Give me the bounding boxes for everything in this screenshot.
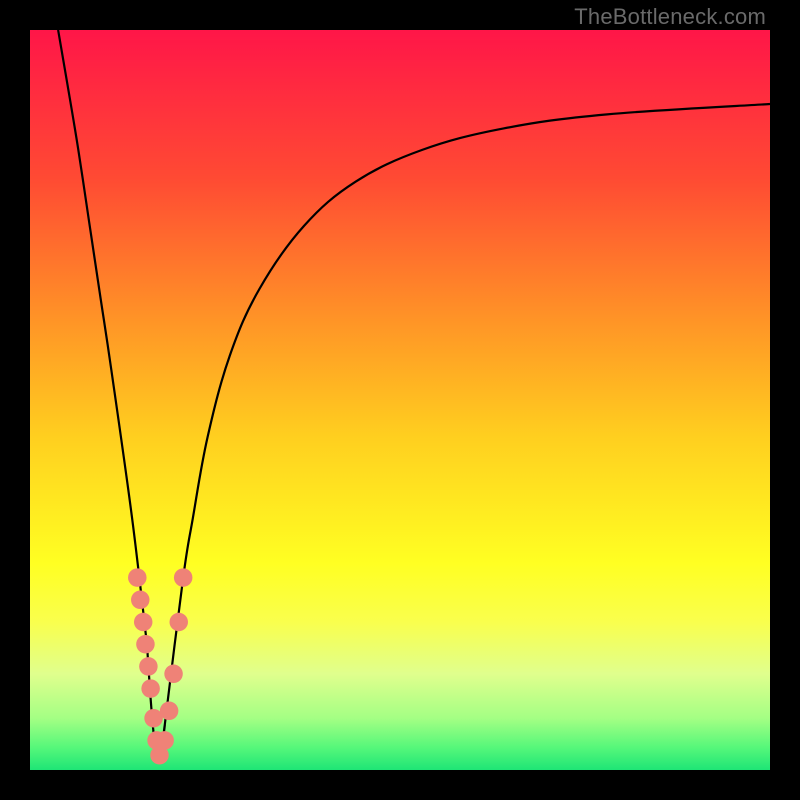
highlight-dot bbox=[164, 665, 183, 684]
gradient-background bbox=[30, 30, 770, 770]
highlight-dot bbox=[169, 613, 188, 632]
highlight-dot bbox=[136, 635, 155, 654]
highlight-dot bbox=[160, 702, 179, 721]
highlight-dot bbox=[128, 568, 147, 587]
plot-area bbox=[30, 30, 770, 770]
highlight-dot bbox=[174, 568, 193, 587]
chart-svg bbox=[30, 30, 770, 770]
highlight-dot bbox=[131, 591, 150, 610]
watermark-text: TheBottleneck.com bbox=[574, 4, 766, 30]
highlight-dot bbox=[141, 679, 160, 698]
highlight-dot bbox=[139, 657, 158, 676]
highlight-dot bbox=[134, 613, 153, 632]
outer-frame: TheBottleneck.com bbox=[0, 0, 800, 800]
highlight-dot bbox=[155, 731, 174, 750]
